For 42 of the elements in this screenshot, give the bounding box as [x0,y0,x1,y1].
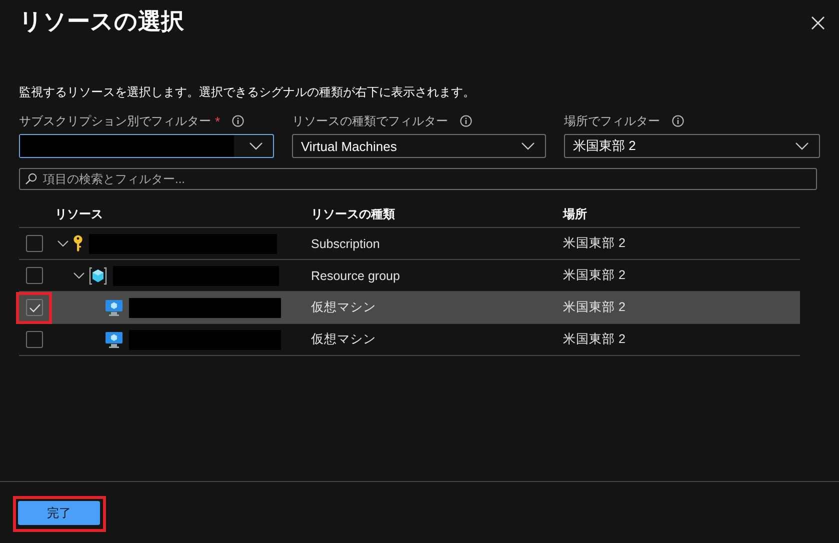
panel-title: リソースの選択 [19,7,184,36]
table-cell-text: 米国東部 2 [563,267,626,284]
chevron-down-icon [795,142,809,150]
monitor-icon [105,298,123,316]
description-text: 監視するリソースを選択します。選択できるシグナルの種類が右下に表示されます。 [19,84,476,101]
filter-dropdown[interactable]: 米国東部 2 [564,134,820,158]
checkbox[interactable] [26,267,43,284]
table-cell-text: 仮想マシン [311,299,377,316]
table-cell-text: 米国東部 2 [563,299,626,316]
filter-dropdown[interactable] [19,134,274,158]
monitor-icon [105,330,123,348]
chevron-icon[interactable] [57,240,69,248]
checkbox[interactable] [26,299,43,316]
filter-dropdown[interactable]: Virtual Machines [292,134,546,158]
required-mark: * [215,114,220,128]
table-cell-text: Resource group [311,268,401,282]
search-icon [25,173,37,185]
selected-row[interactable]: 仮想マシン 米国東部 2 [19,292,800,324]
chevron-icon[interactable] [73,272,85,280]
checkbox[interactable] [26,235,43,252]
close-icon[interactable] [811,16,825,30]
table-cell-text: Subscription [311,236,381,250]
key-icon [73,235,83,252]
search-field[interactable]: 項目の検索とフィルター... [19,168,817,190]
column-header: 場所 [563,206,588,223]
info-icon[interactable] [232,115,244,127]
filter-label: サブスクリプション別でフィルター [19,112,211,130]
table-cell-text: 仮想マシン [311,331,377,348]
cube-icon [89,266,107,284]
column-header: リソース [54,206,104,223]
filter-label: リソースの種類でフィルター [292,112,448,130]
filter-label: 場所でフィルター [564,112,660,130]
table-cell-text: 米国東部 2 [563,235,626,252]
table-cell-text: 米国東部 2 [563,331,626,348]
chevron-down-icon [249,142,263,150]
info-icon[interactable] [672,115,684,127]
done-button[interactable]: 完了 [18,501,100,525]
column-header: リソースの種類 [311,206,396,223]
checkbox[interactable] [26,331,43,348]
info-icon[interactable] [460,115,472,127]
chevron-down-icon [521,142,535,150]
checkmark-icon [28,302,40,312]
